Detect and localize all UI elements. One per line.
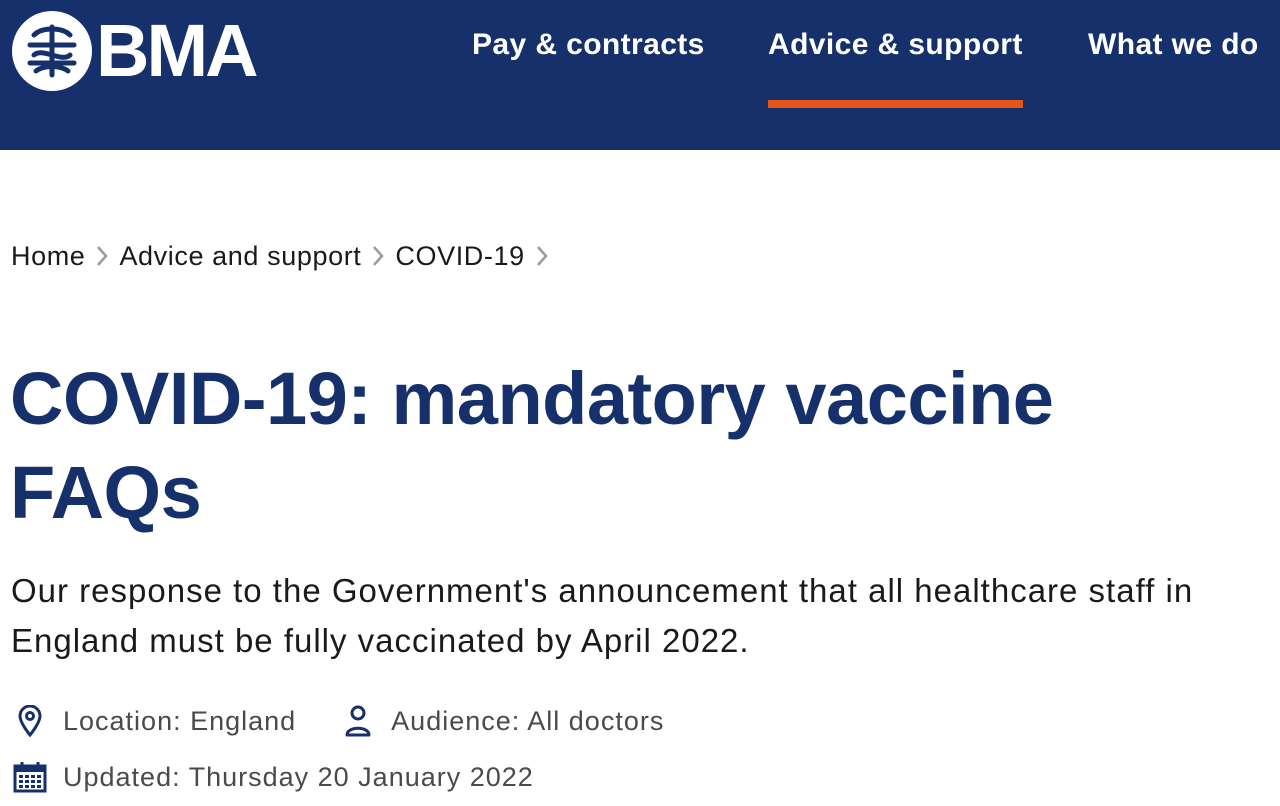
nav-label: Pay & contracts [472, 28, 705, 61]
meta-row-location-audience: Location: England Audience: All doctors [12, 703, 664, 739]
meta-updated: Updated: Thursday 20 January 2022 [63, 761, 534, 792]
chevron-right-icon [525, 245, 559, 267]
nav-label: Advice & support [768, 28, 1023, 61]
breadcrumb-covid-19[interactable]: COVID-19 [395, 241, 524, 272]
meta-row-updated: Updated: Thursday 20 January 2022 [12, 759, 534, 795]
nav-advice-support[interactable]: Advice & support [768, 28, 1023, 108]
bma-logo-text: BMA [96, 9, 259, 92]
nav-pay-contracts[interactable]: Pay & contracts [472, 28, 705, 62]
bma-logo-icon [12, 11, 92, 91]
bma-logo[interactable]: BMA [12, 9, 259, 92]
page-title: COVID-19: mandatory vaccine FAQs [10, 357, 1054, 534]
chevron-right-icon [361, 245, 395, 267]
breadcrumb-home[interactable]: Home [11, 241, 85, 272]
breadcrumb-advice-and-support[interactable]: Advice and support [119, 241, 361, 272]
calendar-icon [12, 759, 48, 795]
breadcrumb: Home Advice and support COVID-19 [11, 236, 559, 276]
location-pin-icon [12, 703, 48, 739]
nav-label: What we do [1088, 28, 1259, 61]
page-intro: Our response to the Government's announc… [11, 572, 1194, 659]
active-nav-indicator [768, 100, 1023, 108]
site-header: BMA Pay & contracts Advice & support Wha… [0, 0, 1280, 150]
meta-location: Location: England [63, 705, 297, 736]
chevron-right-icon [85, 245, 119, 267]
meta-audience: Audience: All doctors [391, 705, 665, 736]
person-icon [340, 703, 376, 739]
nav-what-we-do[interactable]: What we do [1088, 28, 1259, 62]
